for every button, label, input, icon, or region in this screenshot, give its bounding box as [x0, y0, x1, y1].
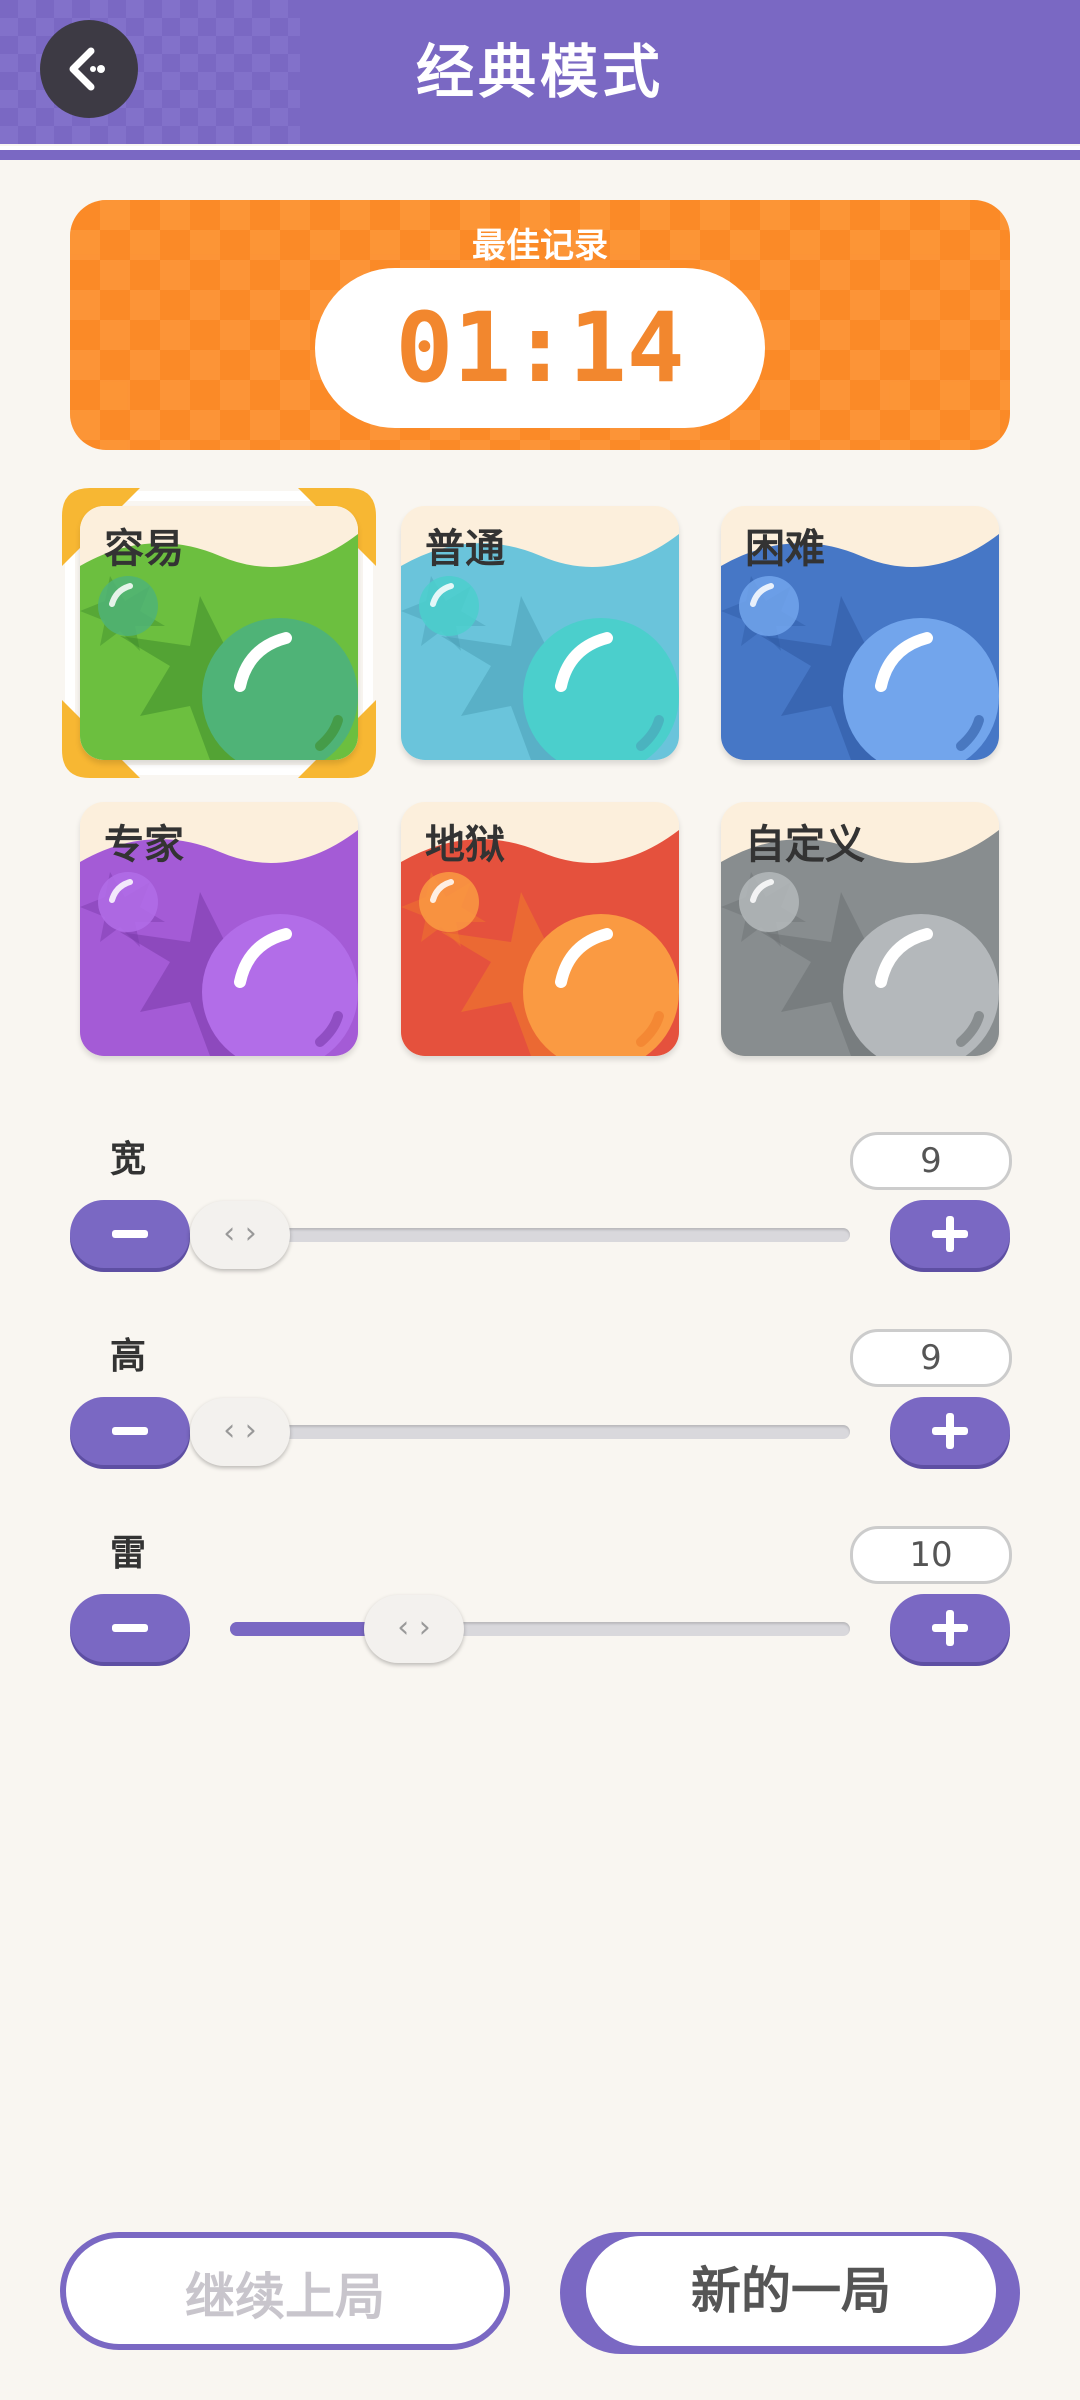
mode-label: 自定义: [745, 822, 865, 868]
slider-width-label: 宽: [110, 1139, 147, 1180]
slider-mines-label: 雷: [110, 1533, 147, 1574]
best-record-panel: 最佳记录 01:14: [70, 200, 1010, 450]
mode-card-hell[interactable]: 地狱: [401, 802, 679, 1056]
plus-icon: [932, 1610, 968, 1646]
minus-icon: [112, 1230, 148, 1238]
mode-card-expert[interactable]: 专家: [80, 802, 358, 1056]
slider-width-track[interactable]: [230, 1228, 850, 1242]
mode-label: 专家: [104, 822, 184, 868]
slider-width-increase-button[interactable]: [890, 1200, 1010, 1268]
mode-label: 普通: [425, 526, 505, 572]
slider-height-track[interactable]: [230, 1425, 850, 1439]
slider-height-decrease-button[interactable]: [70, 1397, 190, 1465]
mode-card-hard[interactable]: 困难: [721, 506, 999, 760]
new-game-button[interactable]: 新的一局: [586, 2236, 996, 2346]
slider-width-thumb[interactable]: ‹ ›: [190, 1201, 290, 1269]
plus-icon: [932, 1413, 968, 1449]
continue-button[interactable]: 继续上局: [60, 2232, 510, 2350]
best-record-time: 01:14: [315, 268, 765, 428]
minus-icon: [112, 1624, 148, 1632]
slider-width-value: 9: [850, 1132, 1012, 1190]
minus-icon: [112, 1427, 148, 1435]
mode-card-easy[interactable]: 容易: [80, 506, 358, 760]
slider-height-increase-button[interactable]: [890, 1397, 1010, 1465]
slider-width-decrease-button[interactable]: [70, 1200, 190, 1268]
slider-mines-decrease-button[interactable]: [70, 1594, 190, 1662]
slider-mines-value: 10: [850, 1526, 1012, 1584]
slider-height-value: 9: [850, 1329, 1012, 1387]
slider-mines-increase-button[interactable]: [890, 1594, 1010, 1662]
page-title: 经典模式: [415, 38, 664, 106]
slider-height-label: 高: [110, 1336, 147, 1377]
mode-card-normal[interactable]: 普通: [401, 506, 679, 760]
mode-label: 容易: [104, 526, 184, 572]
mode-label: 困难: [745, 526, 825, 572]
mode-card-custom[interactable]: 自定义: [721, 802, 999, 1056]
header-underline: [0, 150, 1080, 160]
slider-mines-thumb[interactable]: ‹ ›: [364, 1595, 464, 1663]
slider-height-thumb[interactable]: ‹ ›: [190, 1398, 290, 1466]
plus-icon: [932, 1216, 968, 1252]
slider-mines-track[interactable]: [230, 1622, 850, 1636]
best-record-label: 最佳记录: [472, 226, 608, 266]
mode-label: 地狱: [425, 822, 505, 868]
